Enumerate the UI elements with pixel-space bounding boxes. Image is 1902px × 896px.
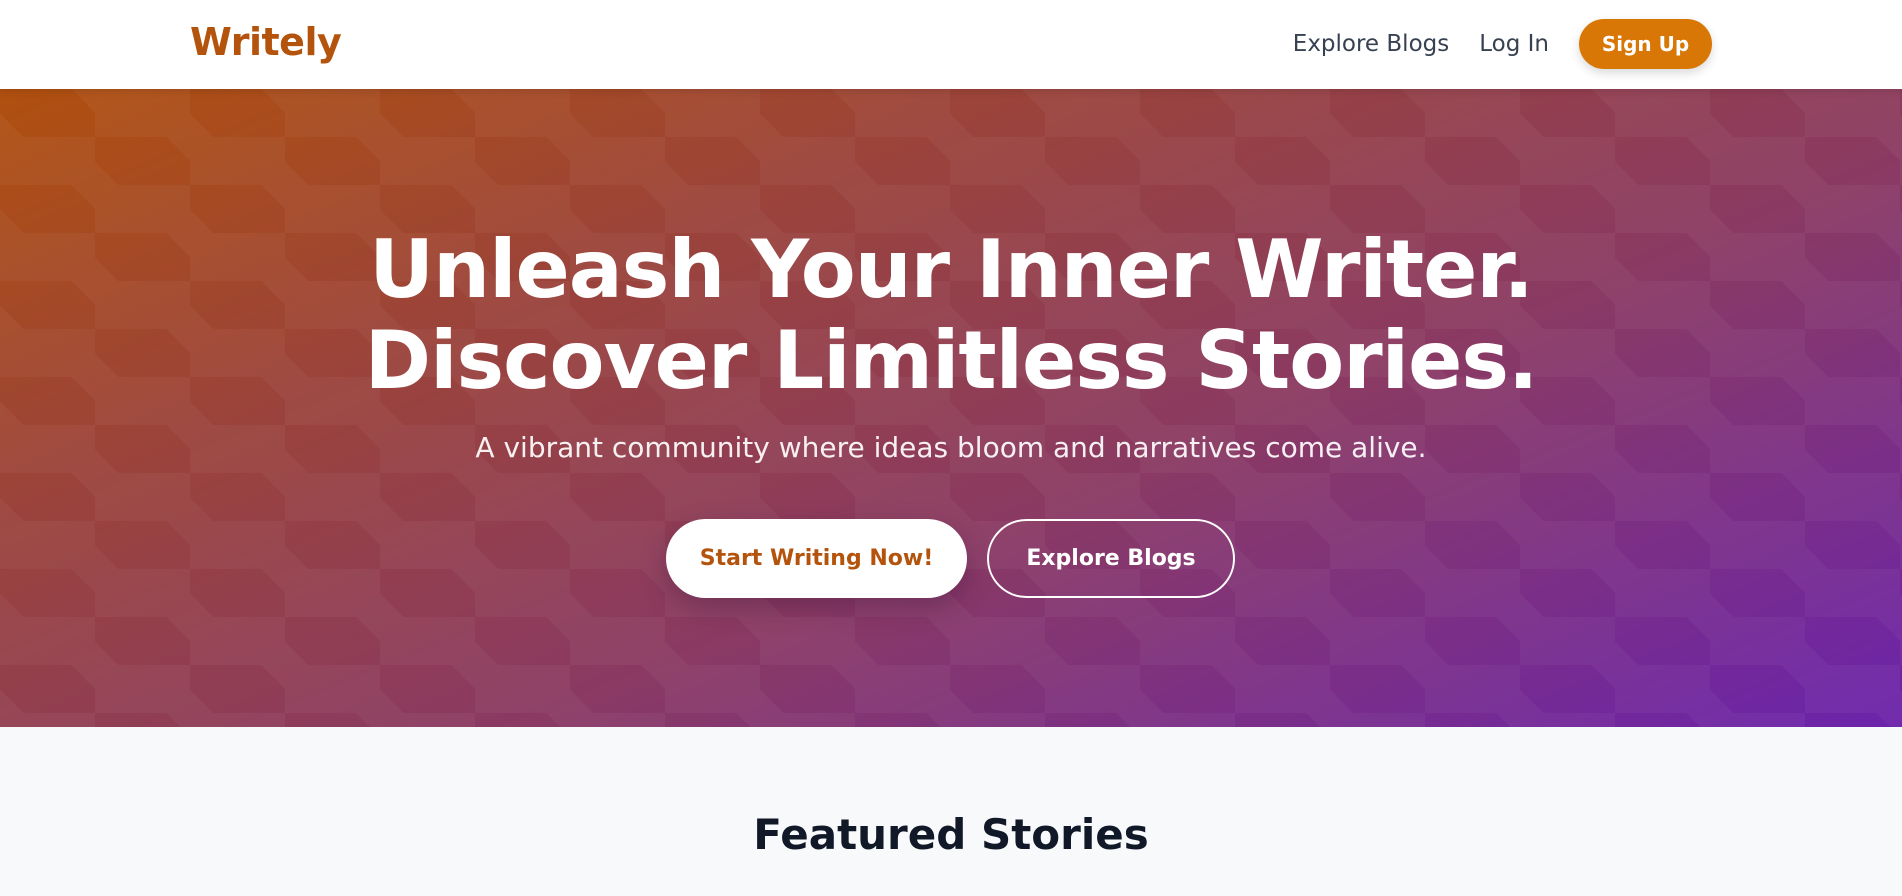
nav-explore-blogs-link[interactable]: Explore Blogs [1293,31,1449,57]
hero-buttons: Start Writing Now! Explore Blogs [666,519,1235,598]
featured-stories-heading: Featured Stories [753,810,1149,859]
nav-login-link[interactable]: Log In [1479,31,1549,57]
start-writing-button[interactable]: Start Writing Now! [666,519,967,598]
nav-links: Explore Blogs Log In Sign Up [1293,19,1712,69]
top-navbar: Writely Explore Blogs Log In Sign Up [0,0,1902,89]
hero-title-line-2: Discover Limitless Stories. [364,314,1539,407]
signup-button[interactable]: Sign Up [1579,19,1712,69]
featured-stories-section: Featured Stories [0,727,1902,896]
hero-title: Unleash Your Inner Writer. Discover Limi… [0,224,1902,406]
hero-section: Unleash Your Inner Writer. Discover Limi… [0,89,1902,727]
hero-explore-blogs-button[interactable]: Explore Blogs [987,519,1235,598]
hero-title-line-1: Unleash Your Inner Writer. [369,223,1534,316]
hero-background-pattern [0,89,1902,727]
hero-subtitle: A vibrant community where ideas bloom an… [475,431,1427,464]
site-logo[interactable]: Writely [190,20,342,64]
